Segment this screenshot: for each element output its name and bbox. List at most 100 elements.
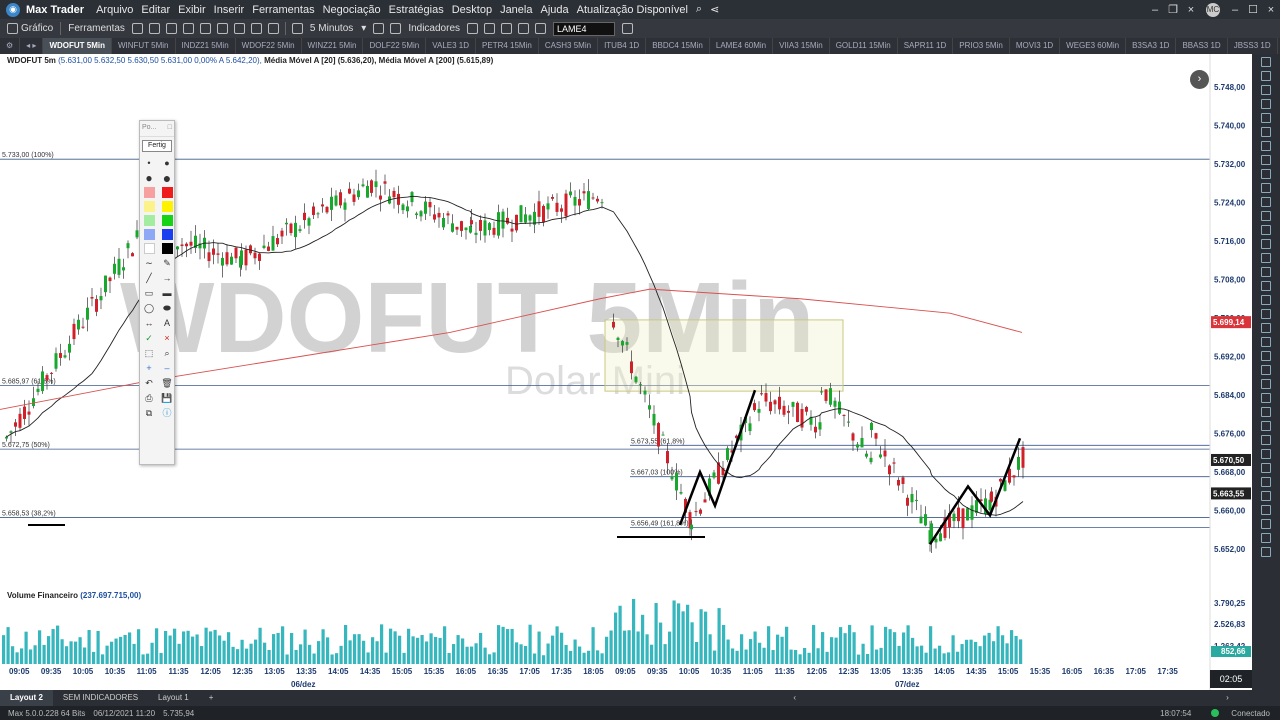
dollar-icon[interactable]: [216, 23, 228, 34]
hide-icon[interactable]: [1261, 477, 1271, 487]
close-small-icon[interactable]: ×: [1184, 4, 1198, 16]
pencil-icon[interactable]: ✎: [161, 257, 174, 269]
tab-chart-5[interactable]: DOLF22 5Min: [363, 38, 427, 54]
plus-icon[interactable]: +: [143, 362, 156, 374]
globe-icon[interactable]: [233, 23, 245, 34]
pitchfork-icon[interactable]: [1261, 337, 1271, 347]
filled-rectangle-icon[interactable]: ▬: [161, 287, 174, 299]
channel-icon[interactable]: [1261, 183, 1271, 193]
menu-janela[interactable]: Janela: [496, 4, 536, 16]
color-light-blue[interactable]: [143, 229, 155, 240]
tab-chart-3[interactable]: WDOF22 5Min: [236, 38, 302, 54]
color-light-yellow[interactable]: [143, 201, 155, 212]
clock-icon[interactable]: [291, 23, 303, 34]
rect-icon[interactable]: [1261, 225, 1271, 235]
color-light-red[interactable]: [143, 187, 155, 198]
menu-ajuda[interactable]: Ajuda: [536, 4, 572, 16]
info-icon[interactable]: ⓘ: [161, 407, 174, 419]
pencil-icon[interactable]: [1261, 393, 1271, 403]
dot-large-icon[interactable]: ●: [143, 172, 156, 184]
sell-arrow-icon[interactable]: [1261, 505, 1271, 515]
menu-editar[interactable]: Editar: [137, 4, 174, 16]
color-yellow[interactable]: [161, 201, 173, 212]
filled-ellipse-icon[interactable]: ⬬: [161, 302, 174, 314]
chevron-right-icon[interactable]: ›: [1190, 70, 1209, 89]
line-icon[interactable]: ╱: [143, 272, 156, 284]
print-icon[interactable]: ⎙: [143, 392, 156, 404]
trash-icon[interactable]: 🗑: [161, 377, 174, 389]
save-icon[interactable]: 💾: [161, 392, 174, 404]
timeframe-select[interactable]: 5 Minutos: [306, 19, 357, 38]
tab-chart-7[interactable]: PETR4 15Min: [476, 38, 539, 54]
text-note-icon[interactable]: [1261, 267, 1271, 277]
tab-chart-9[interactable]: ITUB4 1D: [598, 38, 647, 54]
tab-chart-16[interactable]: MOVI3 1D: [1010, 38, 1061, 54]
hand-icon[interactable]: [1261, 71, 1271, 81]
crosshair-icon[interactable]: [131, 23, 143, 34]
search-icon[interactable]: ⌕: [692, 3, 706, 16]
image-icon[interactable]: [199, 23, 211, 34]
text-tool-icon[interactable]: A: [161, 317, 174, 329]
minimize-icon[interactable]: –: [1148, 4, 1162, 16]
settings-tab-icon[interactable]: ⚙: [0, 38, 21, 54]
tab-chart-18[interactable]: B3SA3 1D: [1126, 38, 1177, 54]
pattern-icon[interactable]: [1261, 379, 1271, 389]
fib-icon[interactable]: [1261, 197, 1271, 207]
menu-desktop[interactable]: Desktop: [448, 4, 496, 16]
price-line-icon[interactable]: [1261, 281, 1271, 291]
tools-button[interactable]: Ferramentas: [64, 19, 129, 38]
zoom-out-icon[interactable]: [484, 23, 496, 34]
menu-exibir[interactable]: Exibir: [174, 4, 210, 16]
delete-icon[interactable]: [1261, 127, 1271, 137]
candles-icon[interactable]: [148, 23, 160, 34]
fertig-button[interactable]: Fertig: [142, 140, 172, 152]
chart-button[interactable]: Gráfico: [0, 19, 57, 38]
gear-icon[interactable]: [267, 23, 279, 34]
fib-fan-icon[interactable]: [1261, 211, 1271, 221]
add-layout-button[interactable]: +: [199, 690, 224, 706]
undo-icon[interactable]: ↶: [143, 377, 156, 389]
tab-chart-15[interactable]: PRIO3 5Min: [953, 38, 1010, 54]
layout-tab-layout-2[interactable]: Layout 2: [0, 690, 53, 706]
bar-icon[interactable]: [1261, 519, 1271, 529]
window-minimize-icon[interactable]: –: [1228, 4, 1242, 16]
layers-icon[interactable]: [250, 23, 262, 34]
double-arrow-icon[interactable]: ↔: [143, 317, 156, 329]
fit-icon[interactable]: [501, 23, 513, 34]
palette-close-icon[interactable]: □: [168, 124, 172, 133]
tab-chart-6[interactable]: VALE3 1D: [426, 38, 477, 54]
triangle-icon[interactable]: [1261, 253, 1271, 263]
list-icon[interactable]: [622, 23, 634, 34]
restore-icon[interactable]: ❐: [1166, 3, 1180, 16]
scroll-right-icon[interactable]: ›: [1216, 690, 1239, 706]
tab-chart-0[interactable]: WDOFUT 5Min: [43, 38, 112, 54]
minus-icon[interactable]: –: [161, 362, 174, 374]
chevron-down-icon[interactable]: ▾: [357, 19, 370, 38]
tab-chart-1[interactable]: WINFUT 5Min: [112, 38, 176, 54]
chart-area[interactable]: WDOFUT 5Min Dolar Mini 5.748,00 5.740,00 5.7…: [0, 54, 1252, 690]
menu-negociacao[interactable]: Negociação: [319, 4, 385, 16]
tab-chart-17[interactable]: WEGE3 60Min: [1060, 38, 1127, 54]
check-icon[interactable]: ✓: [143, 332, 156, 344]
window-maximize-icon[interactable]: ☐: [1246, 3, 1260, 16]
window-close-icon[interactable]: ×: [1264, 4, 1278, 16]
grid-icon[interactable]: [165, 23, 177, 34]
gann-icon[interactable]: [1261, 323, 1271, 333]
layout-icon[interactable]: [535, 23, 547, 34]
symbol-input[interactable]: LAME4: [553, 21, 616, 36]
tab-chart-20[interactable]: JBSS3 1D: [1228, 38, 1278, 54]
edit-icon[interactable]: [1261, 99, 1271, 109]
tab-nav-arrows-icon[interactable]: ◂ ▸: [20, 38, 44, 54]
tab-chart-13[interactable]: GOLD11 15Min: [830, 38, 898, 54]
color-white[interactable]: [143, 243, 155, 254]
consolidation-zone[interactable]: [604, 319, 844, 392]
color-light-green[interactable]: [143, 215, 155, 226]
eraser-icon[interactable]: [1261, 435, 1271, 445]
dot-small-icon[interactable]: •: [143, 157, 156, 169]
color-black[interactable]: [161, 243, 173, 254]
price-chart-svg[interactable]: WDOFUT 5MinDolar Mini5.748,005.740,005.7…: [0, 54, 1252, 690]
tab-chart-11[interactable]: LAME4 60Min: [710, 38, 774, 54]
ellipse-icon[interactable]: ◯: [143, 302, 156, 314]
settings-icon[interactable]: [1261, 547, 1271, 557]
cycle-icon[interactable]: [1261, 351, 1271, 361]
